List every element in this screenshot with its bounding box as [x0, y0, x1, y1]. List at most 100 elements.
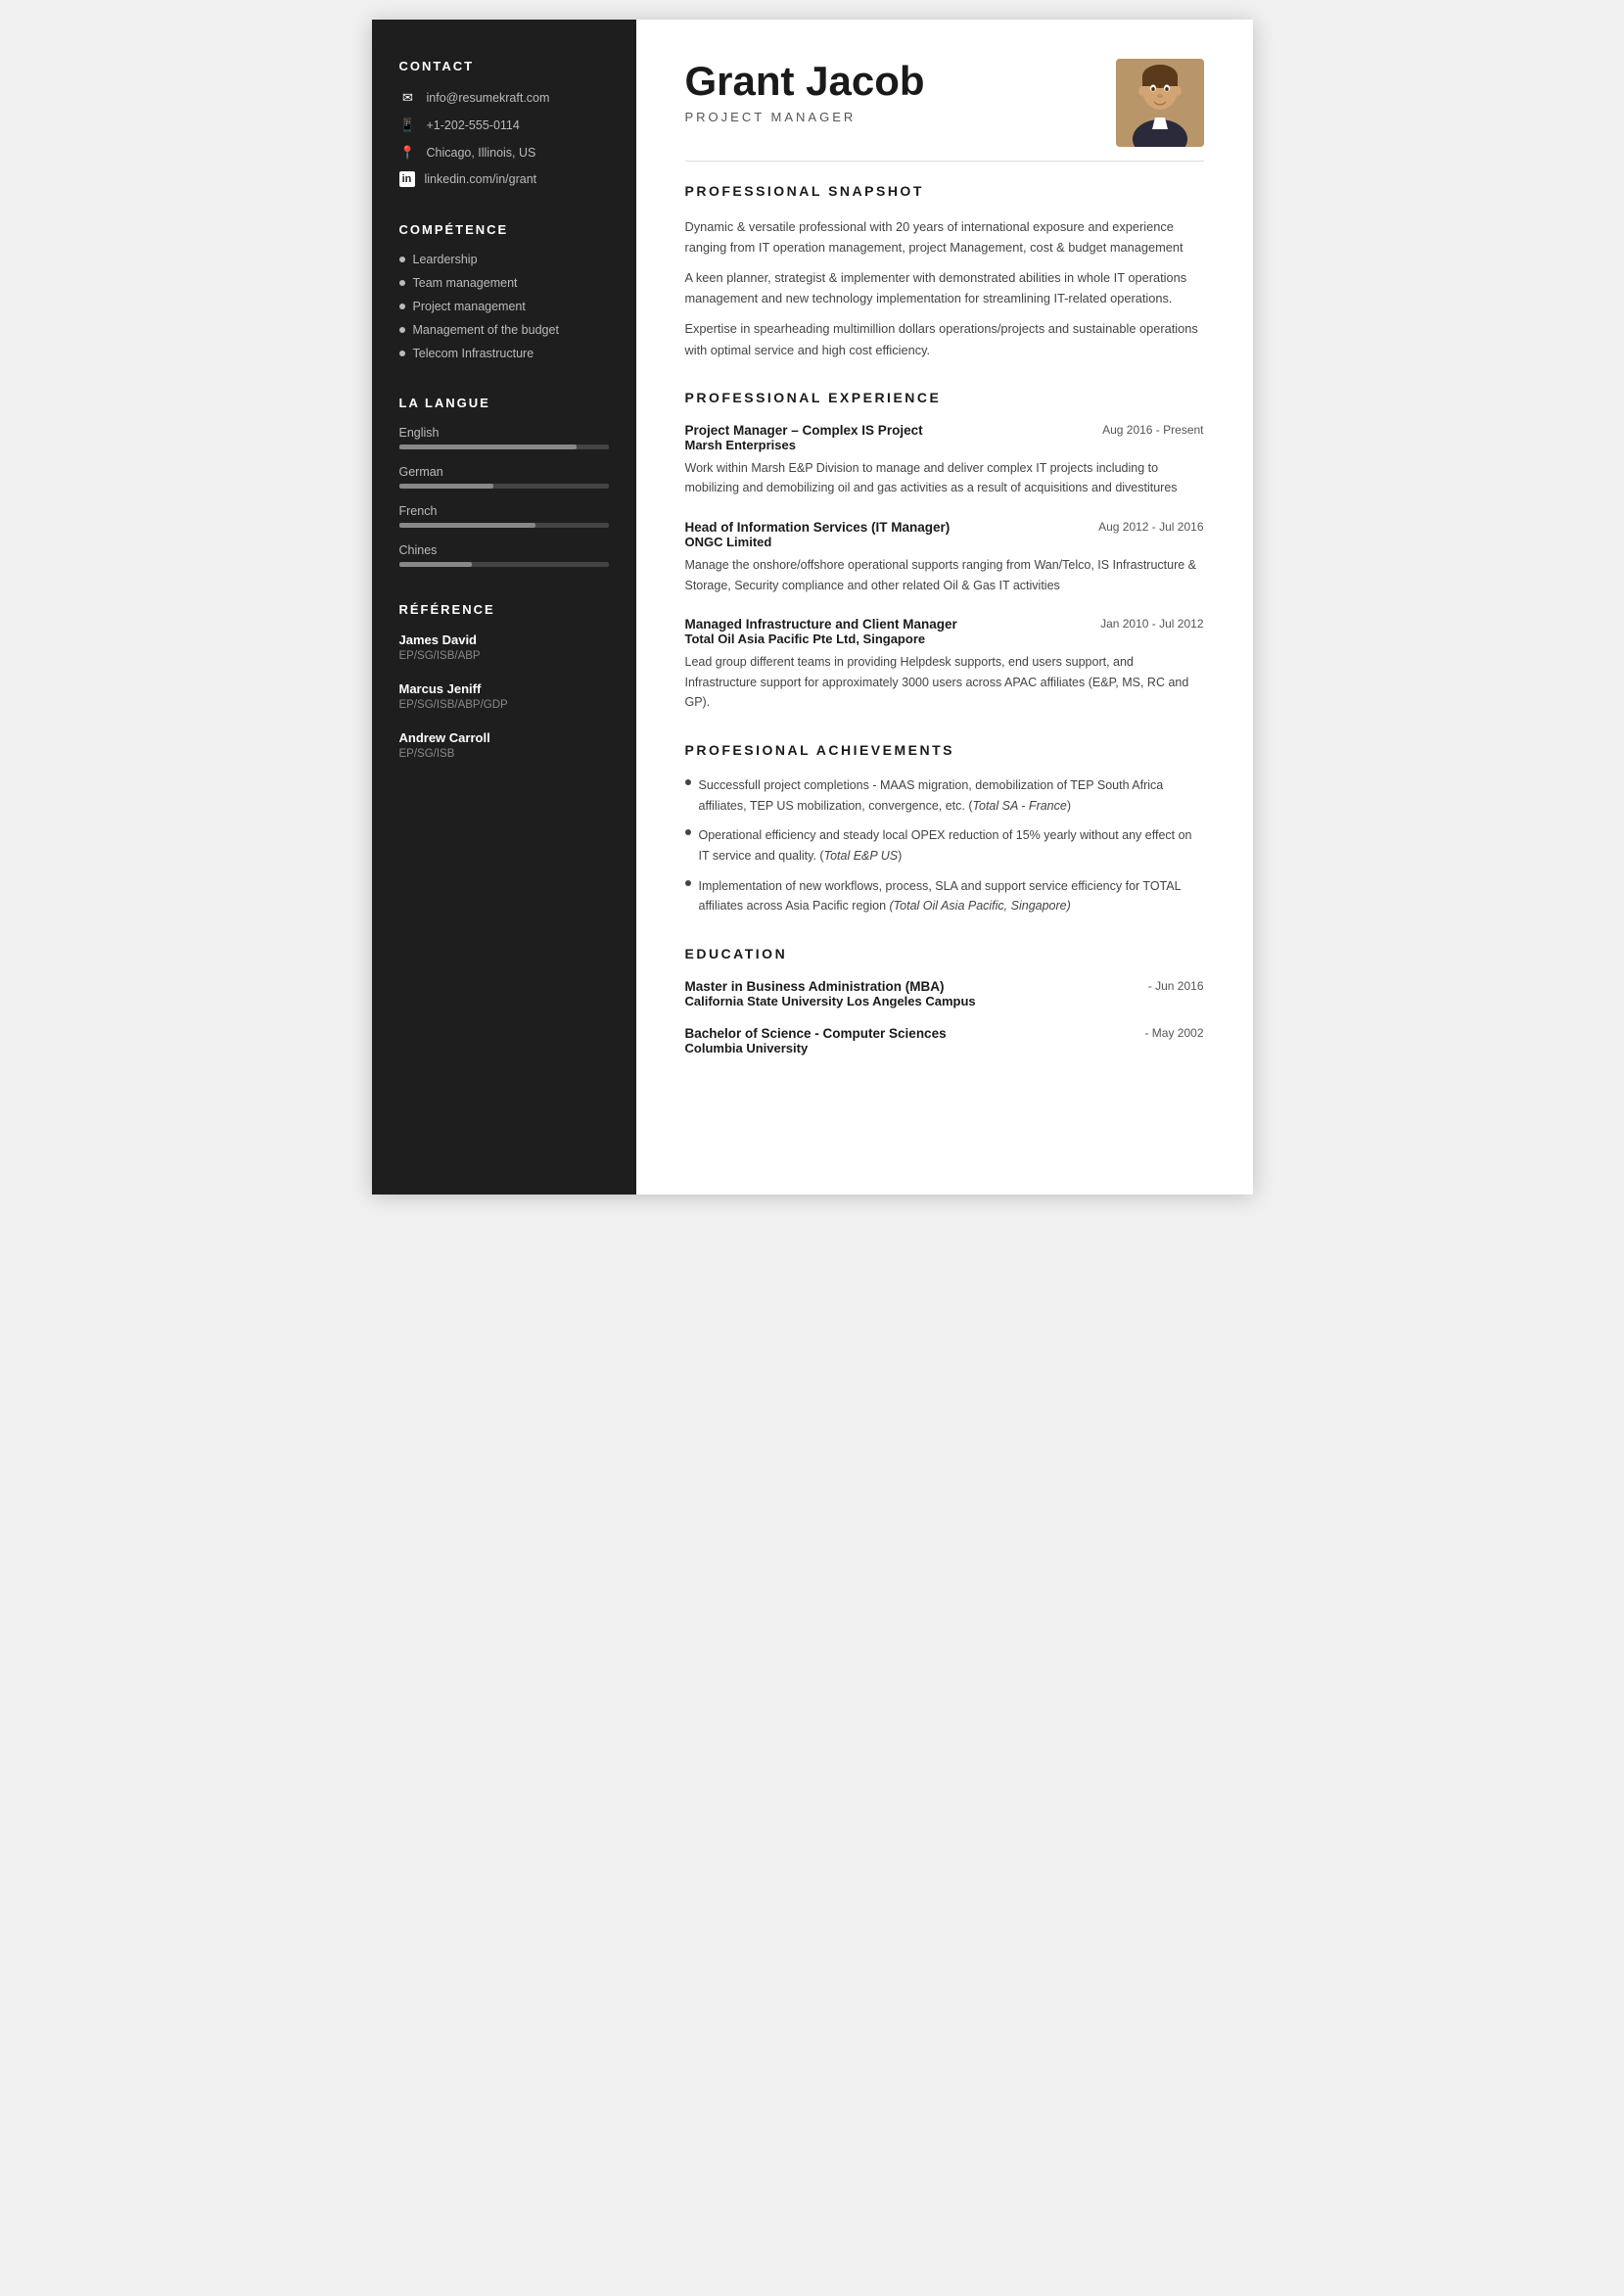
lang-chinese: Chines — [399, 543, 609, 567]
skill-dot — [399, 327, 405, 333]
exp-desc: Work within Marsh E&P Division to manage… — [685, 458, 1204, 498]
achievement-text: Successfull project completions - MAAS m… — [699, 775, 1204, 816]
exp-header-row: Managed Infrastructure and Client Manage… — [685, 617, 1204, 632]
achievement-text: Implementation of new workflows, process… — [699, 876, 1204, 916]
ref-3: Andrew Carroll EP/SG/ISB — [399, 730, 609, 760]
skill-4: Management of the budget — [399, 323, 609, 337]
ref-name: Marcus Jeniff — [399, 681, 609, 696]
lang-bar-fill — [399, 484, 493, 489]
exp-entry-1: Project Manager – Complex IS Project Aug… — [685, 423, 1204, 498]
skill-3: Project management — [399, 300, 609, 313]
lang-title: LA LANGUE — [399, 396, 609, 410]
resume-container: CONTACT ✉ info@resumekraft.com 📱 +1-202-… — [372, 20, 1253, 1195]
lang-french: French — [399, 504, 609, 528]
education-title: EDUCATION — [685, 946, 1204, 965]
ref-2: Marcus Jeniff EP/SG/ISB/ABP/GDP — [399, 681, 609, 711]
edu-date: - Jun 2016 — [1148, 979, 1204, 993]
ref-code: EP/SG/ISB/ABP/GDP — [399, 699, 609, 711]
edu-degree: Bachelor of Science - Computer Sciences — [685, 1026, 947, 1041]
contact-linkedin: in linkedin.com/in/grant — [399, 171, 609, 187]
name-block: Grant Jacob PROJECT MANAGER — [685, 59, 925, 124]
exp-entry-2: Head of Information Services (IT Manager… — [685, 520, 1204, 595]
contact-list: ✉ info@resumekraft.com 📱 +1-202-555-0114… — [399, 89, 609, 187]
ref-code: EP/SG/ISB/ABP — [399, 650, 609, 662]
lang-bar-fill — [399, 523, 535, 528]
linkedin-icon: in — [399, 171, 415, 187]
lang-name: Chines — [399, 543, 609, 557]
edu-degree: Master in Business Administration (MBA) — [685, 979, 945, 994]
exp-date: Aug 2016 - Present — [1102, 423, 1203, 437]
edu-header-row: Master in Business Administration (MBA) … — [685, 979, 1204, 994]
edu-entry-2: Bachelor of Science - Computer Sciences … — [685, 1026, 1204, 1055]
location-icon: 📍 — [399, 144, 417, 162]
snapshot-section: PROFESSIONAL SNAPSHOT Dynamic & versatil… — [685, 183, 1204, 360]
phone-text: +1-202-555-0114 — [427, 118, 520, 132]
edu-entry-1: Master in Business Administration (MBA) … — [685, 979, 1204, 1008]
exp-desc: Lead group different teams in providing … — [685, 652, 1204, 713]
skill-dot — [399, 257, 405, 262]
exp-job-title: Project Manager – Complex IS Project — [685, 423, 923, 438]
ref-1: James David EP/SG/ISB/ABP — [399, 633, 609, 662]
ref-code: EP/SG/ISB — [399, 748, 609, 760]
skill-dot — [399, 280, 405, 286]
candidate-name: Grant Jacob — [685, 59, 925, 104]
exp-desc: Manage the onshore/offshore operational … — [685, 555, 1204, 595]
skill-label: Telecom Infrastructure — [413, 347, 534, 360]
exp-header-row: Head of Information Services (IT Manager… — [685, 520, 1204, 535]
exp-date: Jan 2010 - Jul 2012 — [1100, 617, 1203, 631]
exp-company: Total Oil Asia Pacific Pte Ltd, Singapor… — [685, 632, 1204, 646]
exp-header-row: Project Manager – Complex IS Project Aug… — [685, 423, 1204, 438]
education-section: EDUCATION Master in Business Administrat… — [685, 946, 1204, 1055]
achievements-title: PROFESIONAL ACHIEVEMENTS — [685, 742, 1204, 762]
achievements-section: PROFESIONAL ACHIEVEMENTS Successfull pro… — [685, 742, 1204, 916]
contact-phone: 📱 +1-202-555-0114 — [399, 117, 609, 134]
lang-name: German — [399, 465, 609, 479]
contact-title: CONTACT — [399, 59, 609, 73]
snapshot-para-3: Expertise in spearheading multimillion d… — [685, 318, 1204, 359]
skills-list: Leardership Team management Project mana… — [399, 253, 609, 360]
skill-label: Management of the budget — [413, 323, 559, 337]
edu-school: Columbia University — [685, 1041, 1204, 1055]
ref-name: Andrew Carroll — [399, 730, 609, 745]
main-header: Grant Jacob PROJECT MANAGER — [685, 59, 1204, 147]
exp-job-title: Head of Information Services (IT Manager… — [685, 520, 951, 535]
experience-title: PROFESSIONAL EXPERIENCE — [685, 390, 1204, 409]
avatar — [1116, 59, 1204, 147]
experience-section: PROFESSIONAL EXPERIENCE Project Manager … — [685, 390, 1204, 713]
lang-bar-bg — [399, 523, 609, 528]
bullet-dot — [685, 829, 691, 835]
lang-name: French — [399, 504, 609, 518]
skill-5: Telecom Infrastructure — [399, 347, 609, 360]
bullet-dot — [685, 779, 691, 785]
contact-section: CONTACT ✉ info@resumekraft.com 📱 +1-202-… — [399, 59, 609, 187]
lang-name: English — [399, 426, 609, 440]
edu-header-row: Bachelor of Science - Computer Sciences … — [685, 1026, 1204, 1041]
snapshot-title: PROFESSIONAL SNAPSHOT — [685, 183, 1204, 203]
ref-title: RÉFÉRENCE — [399, 602, 609, 617]
ref-name: James David — [399, 633, 609, 647]
lang-german: German — [399, 465, 609, 489]
snapshot-para-1: Dynamic & versatile professional with 20… — [685, 216, 1204, 258]
exp-company: Marsh Enterprises — [685, 438, 1204, 452]
lang-english: English — [399, 426, 609, 449]
skill-dot — [399, 351, 405, 356]
exp-entry-3: Managed Infrastructure and Client Manage… — [685, 617, 1204, 713]
contact-location: 📍 Chicago, Illinois, US — [399, 144, 609, 162]
edu-date: - May 2002 — [1144, 1026, 1203, 1040]
email-text: info@resumekraft.com — [427, 91, 550, 105]
lang-bar-bg — [399, 562, 609, 567]
location-text: Chicago, Illinois, US — [427, 146, 536, 160]
lang-bar-fill — [399, 562, 473, 567]
skill-label: Team management — [413, 276, 518, 290]
language-section: LA LANGUE English German French — [399, 396, 609, 567]
skill-2: Team management — [399, 276, 609, 290]
linkedin-text: linkedin.com/in/grant — [425, 172, 537, 186]
snapshot-para-2: A keen planner, strategist & implementer… — [685, 267, 1204, 308]
edu-school: California State University Los Angeles … — [685, 994, 1204, 1008]
exp-company: ONGC Limited — [685, 535, 1204, 549]
achievement-text: Operational efficiency and steady local … — [699, 825, 1204, 866]
phone-icon: 📱 — [399, 117, 417, 134]
skills-title: COMPÉTENCE — [399, 222, 609, 237]
achievement-1: Successfull project completions - MAAS m… — [685, 775, 1204, 816]
avatar-image — [1116, 59, 1204, 147]
